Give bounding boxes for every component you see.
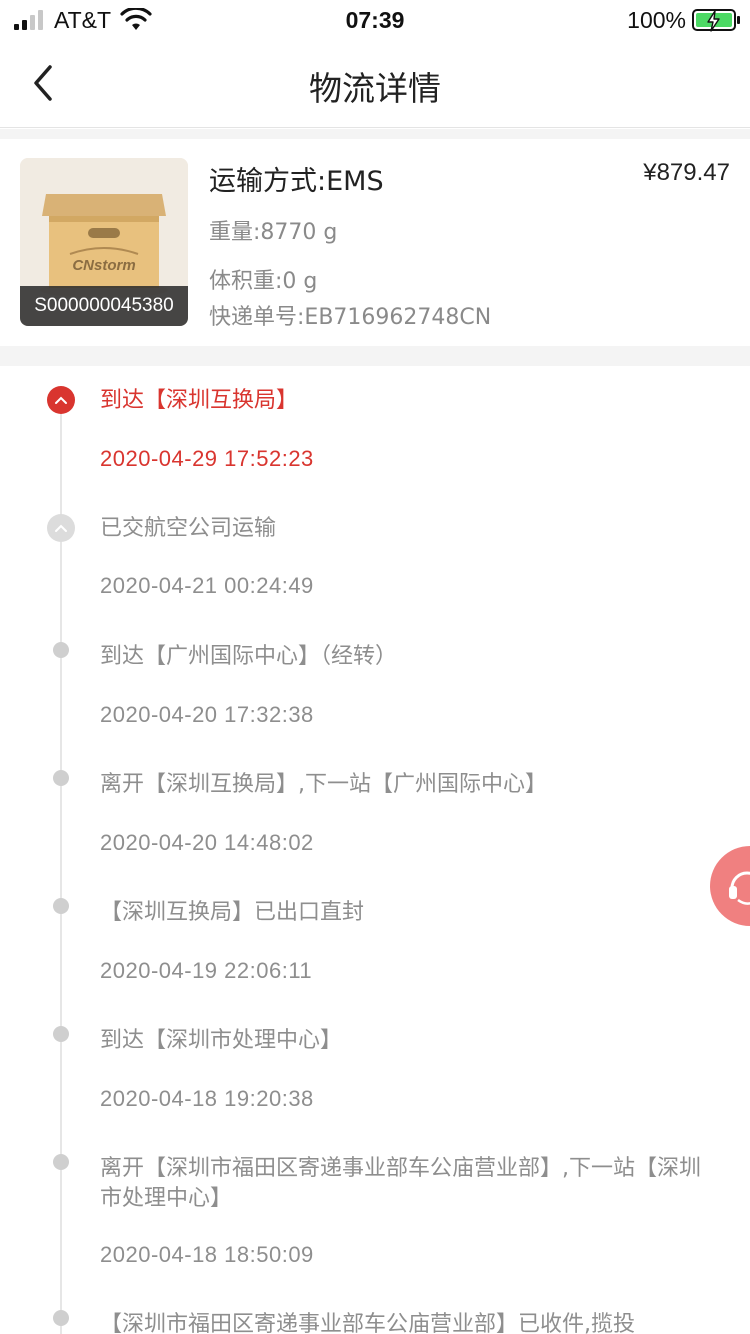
timeline-event-text: 到达【广州国际中心】（经转） (100, 644, 398, 669)
timeline-event-time: 2020-04-20 14:48:02 (100, 830, 314, 855)
shipping-method: 运输方式:EMS (209, 166, 384, 197)
timeline-dot-icon (53, 1310, 69, 1326)
chevron-up-icon (55, 396, 67, 404)
timeline-event-text: 【深圳互换局】已出口直封 (100, 900, 365, 925)
section-divider (0, 129, 750, 139)
section-divider (0, 346, 750, 366)
timeline-event-time: 2020-04-29 17:52:23 (100, 446, 314, 471)
chevron-up-icon (55, 524, 67, 532)
timeline-event-text: 到达【深圳市处理中心】 (100, 1028, 343, 1053)
package-summary-card: CNstorm S000000045380 运输方式:EMS ¥879.47 重… (0, 139, 750, 346)
timeline-event-time: 2020-04-21 00:24:49 (100, 573, 314, 598)
timeline-event-time: 2020-04-20 17:32:38 (100, 702, 314, 727)
navigation-bar: 物流详情 (0, 40, 750, 128)
timeline-dot-icon (53, 1026, 69, 1042)
tracking-number[interactable]: 快递单号:EB716962748CN (209, 299, 491, 331)
timeline-event-time: 2020-04-19 22:06:11 (100, 958, 313, 983)
battery-percentage: 100% (627, 7, 686, 33)
logistics-detail-page: AT&T 07:39 100% 物流详情 CNstorm S0000000453… (0, 0, 750, 1334)
page-title: 物流详情 (309, 69, 441, 108)
package-volume-weight: 体积重:0 g (209, 269, 318, 294)
timeline-dot-icon (53, 642, 69, 658)
package-weight: 重量:8770 g (209, 220, 338, 245)
package-id-label: S000000045380 (20, 286, 188, 326)
timeline-event-text: 【深圳市福田区寄递事业部车公庙营业部】已收件,揽投 (100, 1312, 635, 1334)
timeline-event-time: 2020-04-18 19:20:38 (100, 1086, 314, 1111)
timeline-event-text: 离开【深圳市福田区寄递事业部车公庙营业部】,下一站【深圳市处理中心】 (100, 1156, 701, 1211)
box-brand-text: CNstorm (72, 257, 135, 274)
status-bar: AT&T 07:39 100% (0, 0, 750, 40)
charging-bolt-icon (707, 10, 720, 32)
timeline-current-marker-icon (47, 386, 75, 414)
timeline-event-time: 2020-04-18 18:50:09 (100, 1242, 314, 1267)
timeline-event-text: 已交航空公司运输 (100, 516, 277, 541)
timeline-dot-icon (53, 1154, 69, 1170)
battery-icon (692, 9, 740, 32)
timeline-marker-icon (47, 514, 75, 542)
package-image: CNstorm S000000045380 (20, 158, 188, 326)
timeline-dot-icon (53, 898, 69, 914)
tracking-timeline: 到达【深圳互换局】 2020-04-29 17:52:23 已交航空公司运输 2… (0, 366, 750, 1334)
headset-icon (729, 871, 750, 905)
timeline-dot-icon (53, 770, 69, 786)
timeline-event-text: 离开【深圳互换局】,下一站【广州国际中心】 (100, 772, 547, 797)
timeline-event-text: 到达【深圳互换局】 (100, 388, 299, 413)
package-price: ¥879.47 (643, 159, 730, 186)
